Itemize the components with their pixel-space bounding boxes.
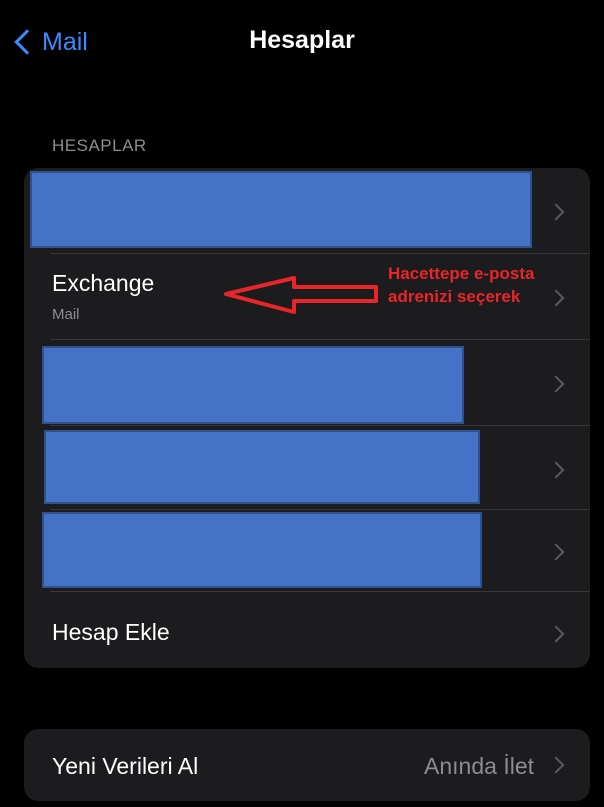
account-title: Exchange bbox=[52, 270, 155, 296]
chevron-right-icon bbox=[547, 461, 565, 479]
redacted-block bbox=[42, 346, 464, 424]
chevron-right-icon bbox=[547, 625, 565, 643]
chevron-right-icon bbox=[547, 756, 565, 774]
account-row[interactable] bbox=[24, 510, 590, 592]
account-subtitle: Mail bbox=[52, 306, 80, 323]
redacted-block bbox=[30, 171, 532, 248]
annotation-line-2: adrenizi seçerek bbox=[388, 287, 521, 306]
chevron-right-icon bbox=[547, 543, 565, 561]
fetch-settings-list: Yeni Verileri Al Anında İlet bbox=[24, 729, 590, 801]
chevron-right-icon bbox=[547, 203, 565, 221]
annotation-line-1: Hacettepe e-posta bbox=[388, 264, 535, 283]
fetch-new-data-row[interactable]: Yeni Verileri Al Anında İlet bbox=[24, 729, 590, 801]
redacted-block bbox=[42, 512, 482, 588]
account-row[interactable] bbox=[24, 426, 590, 510]
accounts-list: Exchange Mail Hesap Ekle bbox=[24, 168, 590, 668]
section-header-accounts: HESAPLAR bbox=[52, 136, 147, 155]
fetch-new-data-value: Anında İlet bbox=[424, 753, 534, 779]
add-account-button[interactable]: Hesap Ekle bbox=[24, 592, 590, 668]
account-row[interactable] bbox=[24, 340, 590, 426]
redacted-block bbox=[44, 430, 480, 504]
page-title: Hesaplar bbox=[249, 26, 355, 54]
chevron-right-icon bbox=[547, 289, 565, 307]
fetch-new-data-label: Yeni Verileri Al bbox=[52, 753, 199, 779]
annotation-note: Hacettepe e-posta adrenizi seçerek bbox=[388, 262, 534, 308]
arrow-left-icon bbox=[224, 276, 378, 314]
screen: Mail Hesaplar HESAPLAR Exchange Mail Hes… bbox=[0, 0, 604, 807]
account-row[interactable] bbox=[24, 168, 590, 254]
add-account-label: Hesap Ekle bbox=[52, 619, 170, 645]
chevron-right-icon bbox=[547, 375, 565, 393]
